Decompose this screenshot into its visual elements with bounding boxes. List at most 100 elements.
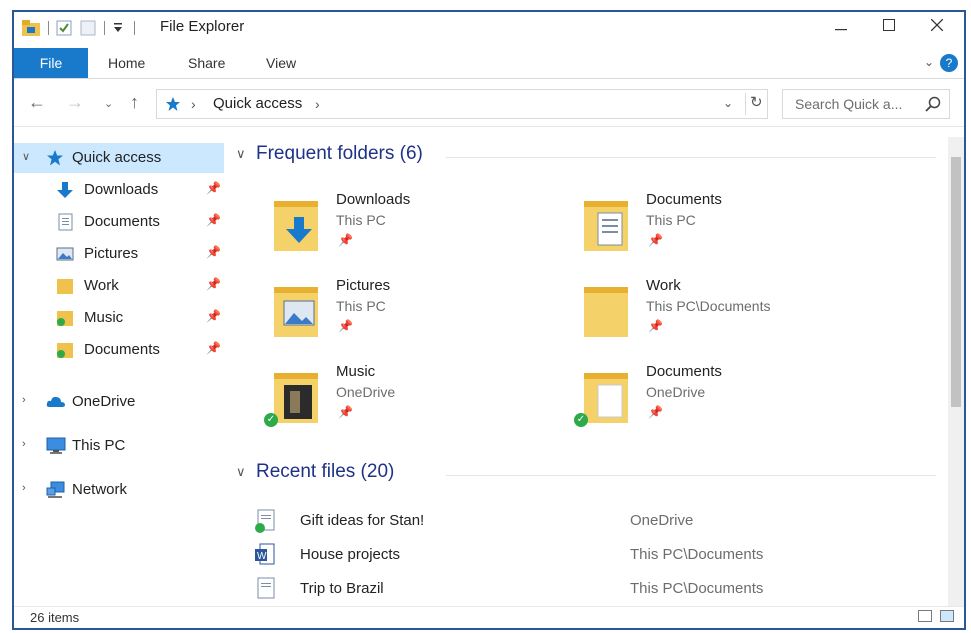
nav-item-documents[interactable]: Documents 📌 — [14, 207, 224, 237]
nav-item-music[interactable]: Music 📌 — [14, 303, 224, 333]
nav-label: Network — [72, 481, 128, 498]
ribbon-tabs: File Home Share View ⌄ ? — [14, 48, 964, 79]
tab-file[interactable]: File — [14, 48, 88, 78]
customize-toolbar-icon[interactable] — [112, 20, 124, 36]
download-folder-icon — [274, 201, 318, 251]
chevron-down-icon: ∨ — [236, 463, 246, 479]
forward-button[interactable]: → — [66, 92, 84, 113]
nav-item-this-pc[interactable]: › This PC — [14, 431, 224, 461]
separator — [48, 21, 49, 35]
tile-location: This PC — [646, 212, 696, 228]
tile-location: OneDrive — [646, 384, 706, 400]
breadcrumb-quick-access[interactable]: Quick access — [213, 95, 302, 112]
recent-locations-button[interactable]: ⌄ — [104, 97, 113, 110]
folder-icon — [584, 287, 628, 337]
tab-view[interactable]: View — [266, 48, 296, 78]
recent-file-row[interactable]: Trip to Brazil This PC\Documents — [236, 575, 936, 605]
recent-file-row[interactable]: W House projects This PC\Documents — [236, 541, 936, 571]
recent-files-group[interactable]: ∨ Recent files (20) — [236, 461, 936, 487]
folder-tile-music[interactable]: ✓ Music OneDrive 📌 — [246, 359, 546, 439]
arrow-right-icon: → — [66, 92, 84, 112]
recent-file-row[interactable]: Gift ideas for Stan! OneDrive — [236, 507, 936, 537]
nav-label: Quick access — [72, 149, 162, 166]
file-name: House projects — [300, 546, 401, 563]
folder-icon — [57, 279, 73, 294]
breadcrumb-chevron-icon[interactable]: › — [315, 96, 320, 112]
chevron-right-icon[interactable]: › — [22, 394, 26, 406]
nav-item-documents-onedrive[interactable]: Documents 📌 — [14, 335, 224, 365]
pin-icon[interactable]: 📌 — [648, 233, 663, 247]
minimize-icon — [835, 29, 847, 31]
expand-ribbon-button[interactable]: ⌄ — [924, 55, 934, 69]
minimize-button[interactable] — [818, 12, 864, 42]
frequent-folders-group[interactable]: ∨ Frequent folders (6) — [236, 143, 936, 169]
pin-icon[interactable]: 📌 — [206, 277, 221, 291]
pin-icon[interactable]: 📌 — [338, 319, 353, 333]
large-icons-view-icon[interactable] — [940, 610, 954, 622]
new-folder-icon[interactable] — [80, 20, 96, 36]
folder-tile-pictures[interactable]: Pictures This PC 📌 — [246, 273, 546, 353]
scrollbar-thumb[interactable] — [951, 157, 961, 407]
chevron-right-icon[interactable]: › — [22, 482, 26, 494]
up-button[interactable]: ↑ — [130, 92, 139, 113]
item-count: 26 items — [30, 610, 80, 625]
folder-tile-work[interactable]: Work This PC\Documents 📌 — [556, 273, 856, 353]
folder-tile-documents[interactable]: Documents This PC 📌 — [556, 187, 856, 267]
pictures-folder-icon — [274, 287, 318, 337]
tab-share[interactable]: Share — [188, 48, 225, 78]
folder-tile-downloads[interactable]: Downloads This PC 📌 — [246, 187, 546, 267]
address-history-chevron-icon[interactable]: ⌄ — [723, 96, 733, 110]
computer-icon — [46, 437, 66, 454]
status-bar: 26 items — [14, 606, 964, 628]
download-icon — [57, 182, 73, 198]
quick-access-star-icon — [47, 150, 63, 166]
help-button[interactable]: ? — [940, 54, 958, 72]
file-explorer-icon — [22, 20, 40, 36]
arrow-up-icon: ↑ — [130, 92, 139, 112]
nav-label: This PC — [72, 437, 126, 454]
nav-label: OneDrive — [72, 393, 136, 410]
nav-item-network[interactable]: › Network — [14, 475, 224, 505]
file-location: OneDrive — [630, 512, 694, 529]
pin-icon[interactable]: 📌 — [648, 405, 663, 419]
refresh-button[interactable]: ↻ — [745, 93, 770, 115]
nav-item-quick-access[interactable]: ∨ Quick access — [14, 143, 224, 173]
pin-icon[interactable]: 📌 — [206, 245, 221, 259]
details-view-icon[interactable] — [918, 610, 933, 622]
breadcrumb-separator-icon: › — [191, 96, 196, 112]
back-button[interactable]: ← — [28, 92, 46, 113]
pin-icon[interactable]: 📌 — [338, 233, 353, 247]
separator — [104, 21, 105, 35]
tile-name: Work — [646, 277, 681, 294]
pictures-icon — [56, 247, 74, 261]
quick-access-star-icon — [166, 97, 180, 111]
vertical-scrollbar[interactable] — [948, 137, 964, 607]
address-row: ← → ⌄ ↑ › Quick access › ⌄ ↻ Search Quic… — [14, 82, 964, 127]
pin-icon[interactable]: 📌 — [648, 319, 663, 333]
pin-icon[interactable]: 📌 — [206, 181, 221, 195]
close-button[interactable] — [914, 12, 960, 42]
network-icon — [46, 481, 65, 498]
folder-tile-documents-onedrive[interactable]: ✓ Documents OneDrive 📌 — [556, 359, 856, 439]
nav-item-onedrive[interactable]: › OneDrive — [14, 387, 224, 417]
search-box[interactable]: Search Quick a... — [782, 89, 950, 119]
chevron-down-icon[interactable]: ∨ — [22, 150, 30, 163]
chevron-down-icon: ⌄ — [923, 55, 934, 69]
pin-icon[interactable]: 📌 — [206, 341, 221, 355]
maximize-button[interactable] — [866, 12, 912, 42]
document-icon — [58, 213, 73, 231]
nav-item-pictures[interactable]: Pictures 📌 — [14, 239, 224, 269]
maximize-icon — [883, 19, 895, 31]
nav-item-work[interactable]: Work 📌 — [14, 271, 224, 301]
pin-icon[interactable]: 📌 — [206, 213, 221, 227]
address-bar[interactable]: › Quick access › ⌄ ↻ — [156, 89, 768, 119]
chevron-right-icon[interactable]: › — [22, 438, 26, 450]
properties-icon[interactable] — [56, 20, 72, 36]
tab-home[interactable]: Home — [108, 48, 145, 78]
pin-icon[interactable]: 📌 — [206, 309, 221, 323]
search-input[interactable]: Search Quick a... — [795, 96, 902, 112]
pin-icon[interactable]: 📌 — [338, 405, 353, 419]
chevron-down-icon: ∨ — [236, 145, 246, 161]
file-location: This PC\Documents — [630, 580, 764, 597]
nav-item-downloads[interactable]: Downloads 📌 — [14, 175, 224, 205]
